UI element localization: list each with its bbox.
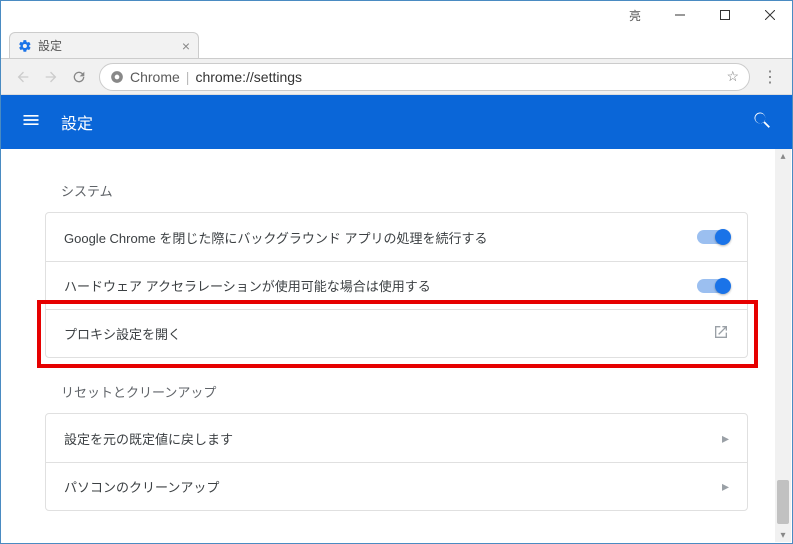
address-bar: Chrome | chrome://settings ☆ ⋮ bbox=[1, 59, 792, 95]
chevron-right-icon: ▸ bbox=[722, 430, 729, 447]
row-hardware-accel: ハードウェア アクセラレーションが使用可能な場合は使用する bbox=[46, 261, 747, 309]
chrome-icon bbox=[110, 70, 124, 84]
scrollbar-down-button[interactable]: ▾ bbox=[775, 528, 791, 542]
row-label: 設定を元の既定値に戻します bbox=[64, 429, 233, 448]
settings-title: 設定 bbox=[61, 110, 93, 134]
browser-menu-button[interactable]: ⋮ bbox=[756, 67, 784, 87]
row-label: Google Chrome を閉じた際にバックグラウンド アプリの処理を続行する bbox=[64, 228, 487, 247]
scrollbar-track[interactable] bbox=[775, 163, 791, 528]
url-path: chrome://settings bbox=[195, 69, 302, 85]
hamburger-menu-icon[interactable] bbox=[21, 110, 41, 135]
section-title-system: システム bbox=[61, 181, 748, 200]
tab-settings[interactable]: 設定 × bbox=[9, 32, 199, 58]
minimize-button[interactable] bbox=[657, 1, 702, 29]
chevron-right-icon: ▸ bbox=[722, 478, 729, 495]
settings-icon bbox=[18, 39, 32, 53]
reload-button[interactable] bbox=[65, 63, 93, 91]
url-separator: | bbox=[186, 69, 190, 85]
section-title-reset: リセットとクリーンアップ bbox=[61, 382, 748, 401]
tab-title: 設定 bbox=[38, 37, 62, 54]
row-open-proxy-settings[interactable]: プロキシ設定を開く bbox=[46, 309, 747, 357]
tab-strip: 設定 × bbox=[1, 29, 792, 59]
settings-header: 設定 bbox=[1, 95, 792, 149]
maximize-button[interactable] bbox=[702, 1, 747, 29]
scrollbar-up-button[interactable]: ▴ bbox=[775, 149, 791, 163]
back-button[interactable] bbox=[9, 63, 37, 91]
url-origin: Chrome bbox=[130, 69, 180, 85]
reset-card: 設定を元の既定値に戻します ▸ パソコンのクリーンアップ ▸ bbox=[45, 413, 748, 511]
toggle-background-apps[interactable] bbox=[697, 230, 729, 244]
scrollbar-thumb[interactable] bbox=[777, 480, 789, 524]
window-titlebar: 亮 bbox=[1, 1, 792, 29]
row-label: プロキシ設定を開く bbox=[64, 324, 181, 343]
toggle-hardware-accel[interactable] bbox=[697, 279, 729, 293]
close-window-button[interactable] bbox=[747, 1, 792, 29]
row-label: ハードウェア アクセラレーションが使用可能な場合は使用する bbox=[64, 276, 431, 295]
settings-content: システム Google Chrome を閉じた際にバックグラウンド アプリの処理… bbox=[1, 149, 792, 543]
search-icon[interactable] bbox=[752, 110, 772, 135]
row-restore-defaults[interactable]: 設定を元の既定値に戻します ▸ bbox=[46, 414, 747, 462]
bookmark-star-icon[interactable]: ☆ bbox=[726, 68, 739, 85]
omnibox[interactable]: Chrome | chrome://settings ☆ bbox=[99, 63, 750, 91]
system-card: Google Chrome を閉じた際にバックグラウンド アプリの処理を続行する… bbox=[45, 212, 748, 358]
forward-button[interactable] bbox=[37, 63, 65, 91]
ime-indicator: 亮 bbox=[629, 7, 641, 24]
row-cleanup-computer[interactable]: パソコンのクリーンアップ ▸ bbox=[46, 462, 747, 510]
tab-close-icon[interactable]: × bbox=[182, 38, 190, 54]
row-label: パソコンのクリーンアップ bbox=[64, 477, 219, 496]
row-background-apps: Google Chrome を閉じた際にバックグラウンド アプリの処理を続行する bbox=[46, 213, 747, 261]
open-external-icon bbox=[713, 324, 729, 343]
